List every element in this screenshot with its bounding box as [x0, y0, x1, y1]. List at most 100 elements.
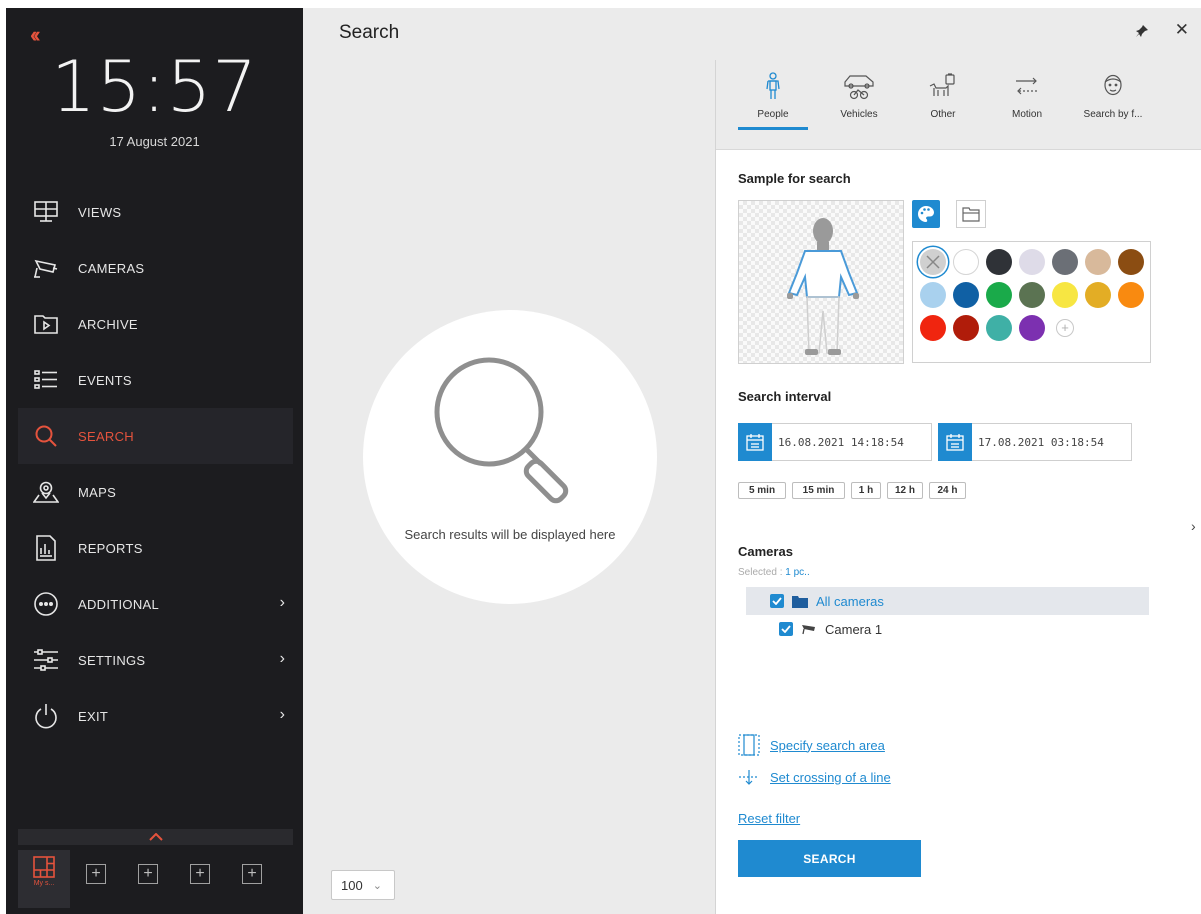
- calendar-icon[interactable]: [938, 422, 972, 461]
- camera-label: Camera 1: [825, 621, 883, 637]
- header-bar: Search ✕: [303, 8, 1201, 60]
- sidebar-item-reports[interactable]: REPORTS: [18, 520, 293, 576]
- sidebar-item-search[interactable]: SEARCH: [18, 408, 293, 464]
- interval-5min-button[interactable]: 5 min: [738, 482, 786, 499]
- color-swatch[interactable]: [953, 249, 979, 275]
- checkbox-checked[interactable]: [779, 622, 793, 636]
- add-layout-button[interactable]: +: [122, 850, 174, 908]
- sidebar-item-label: REPORTS: [78, 540, 143, 556]
- page-title: Search: [339, 22, 400, 43]
- calendar-icon[interactable]: [738, 422, 772, 461]
- add-color-button[interactable]: +: [1056, 319, 1074, 337]
- search-button[interactable]: SEARCH: [738, 840, 921, 877]
- add-layout-button[interactable]: +: [70, 850, 122, 908]
- motion-icon: [1016, 77, 1038, 95]
- chevron-right-icon[interactable]: ›: [1191, 518, 1196, 534]
- chevron-right-icon: ›: [279, 650, 285, 667]
- sidebar-item-label: MAPS: [78, 484, 117, 500]
- tab-label: Other: [930, 109, 956, 120]
- color-swatch[interactable]: [986, 249, 1012, 275]
- add-layout-button[interactable]: +: [174, 850, 226, 908]
- zoom-select[interactable]: 100 ⌄: [331, 870, 395, 900]
- sidebar-item-events[interactable]: EVENTS: [18, 352, 293, 408]
- plus-icon: +: [138, 864, 158, 884]
- camera-tree-row[interactable]: Camera 1: [746, 615, 1149, 643]
- color-swatch[interactable]: [1118, 249, 1144, 275]
- specify-search-area-link[interactable]: Specify search area: [738, 734, 885, 756]
- layout-bar: My s... + + + +: [18, 850, 293, 908]
- selected-label: Selected :: [738, 567, 783, 578]
- tab-label: Vehicles: [840, 109, 878, 120]
- add-layout-button[interactable]: +: [226, 850, 278, 908]
- cameras-icon: [28, 250, 64, 286]
- events-icon: [28, 362, 64, 398]
- pin-icon[interactable]: [1135, 24, 1149, 43]
- expand-layouts-button[interactable]: [18, 829, 293, 845]
- date-to-field[interactable]: 17.08.2021 03:18:54: [938, 422, 1132, 461]
- layout-label: My s...: [33, 880, 55, 887]
- selected-value: 1 pc..: [785, 567, 810, 578]
- sidebar-item-maps[interactable]: MAPS: [18, 464, 293, 520]
- interval-12h-button[interactable]: 12 h: [887, 482, 923, 499]
- sample-preview: [738, 200, 904, 364]
- color-swatch[interactable]: [1019, 249, 1045, 275]
- folder-icon: [962, 207, 980, 222]
- date-to-value: 17.08.2021 03:18:54: [978, 435, 1104, 449]
- date-from-field[interactable]: 16.08.2021 14:18:54: [738, 422, 932, 461]
- specify-area-label: Specify search area: [770, 737, 885, 753]
- sidebar-item-exit[interactable]: EXIT ›: [18, 688, 293, 744]
- checkbox-checked[interactable]: [770, 594, 784, 608]
- sidebar-item-label: EXIT: [78, 708, 109, 724]
- color-swatch[interactable]: [986, 315, 1012, 341]
- sidebar-item-label: ARCHIVE: [78, 316, 138, 332]
- color-swatch-any[interactable]: [920, 249, 946, 275]
- sidebar: ‹‹ 15:57 17 August 2021 VIEWS CAMERAS AR: [6, 8, 303, 914]
- interval-1h-button[interactable]: 1 h: [851, 482, 881, 499]
- open-image-button[interactable]: [956, 200, 986, 228]
- search-icon: [28, 418, 64, 454]
- color-swatch[interactable]: [953, 282, 979, 308]
- app-window: ‹‹ 15:57 17 August 2021 VIEWS CAMERAS AR: [0, 0, 1201, 914]
- sidebar-item-cameras[interactable]: CAMERAS: [18, 240, 293, 296]
- color-swatch[interactable]: [986, 282, 1012, 308]
- clock-date: 17 August 2021: [109, 134, 200, 149]
- sidebar-item-settings[interactable]: SETTINGS ›: [18, 632, 293, 688]
- color-swatch[interactable]: [1019, 315, 1045, 341]
- layout-tab-active[interactable]: My s...: [18, 850, 70, 908]
- color-swatch[interactable]: [920, 282, 946, 308]
- color-palette-button[interactable]: [912, 200, 940, 228]
- tab-motion[interactable]: Motion: [992, 72, 1062, 120]
- interval-15min-button[interactable]: 15 min: [792, 482, 845, 499]
- sample-section-title: Sample for search: [738, 171, 851, 186]
- tab-vehicles[interactable]: Vehicles: [824, 72, 894, 120]
- settings-icon: [28, 642, 64, 678]
- area-select-icon: [738, 734, 760, 756]
- sidebar-item-archive[interactable]: ARCHIVE: [18, 296, 293, 352]
- tab-people[interactable]: People: [738, 72, 808, 130]
- camera-tree-row[interactable]: All cameras: [746, 587, 1149, 615]
- color-swatch[interactable]: [1019, 282, 1045, 308]
- object-type-tabs: People Vehicles Other Motion Search by f…: [716, 60, 1201, 150]
- sidebar-item-views[interactable]: VIEWS: [18, 184, 293, 240]
- set-crossing-line-link[interactable]: Set crossing of a line: [738, 768, 891, 786]
- interval-section-title: Search interval: [738, 389, 832, 404]
- views-icon: [28, 194, 64, 230]
- sidebar-item-label: SETTINGS: [78, 652, 146, 668]
- interval-24h-button[interactable]: 24 h: [929, 482, 966, 499]
- exit-icon: [28, 698, 64, 734]
- tab-label: Motion: [1011, 109, 1042, 120]
- color-swatch[interactable]: [920, 315, 946, 341]
- color-swatch[interactable]: [1052, 282, 1078, 308]
- collapse-sidebar-icon[interactable]: ‹‹: [30, 22, 40, 48]
- tab-search-by-face[interactable]: Search by f...: [1078, 72, 1148, 120]
- tab-other[interactable]: Other: [908, 72, 978, 120]
- close-icon[interactable]: ✕: [1175, 20, 1189, 40]
- color-swatch[interactable]: [1085, 282, 1111, 308]
- sidebar-item-additional[interactable]: ADDITIONAL ›: [18, 576, 293, 632]
- reset-filter-link[interactable]: Reset filter: [738, 811, 800, 826]
- sidebar-item-label: VIEWS: [78, 204, 122, 220]
- color-swatch[interactable]: [953, 315, 979, 341]
- color-swatch[interactable]: [1085, 249, 1111, 275]
- color-swatch[interactable]: [1118, 282, 1144, 308]
- color-swatch[interactable]: [1052, 249, 1078, 275]
